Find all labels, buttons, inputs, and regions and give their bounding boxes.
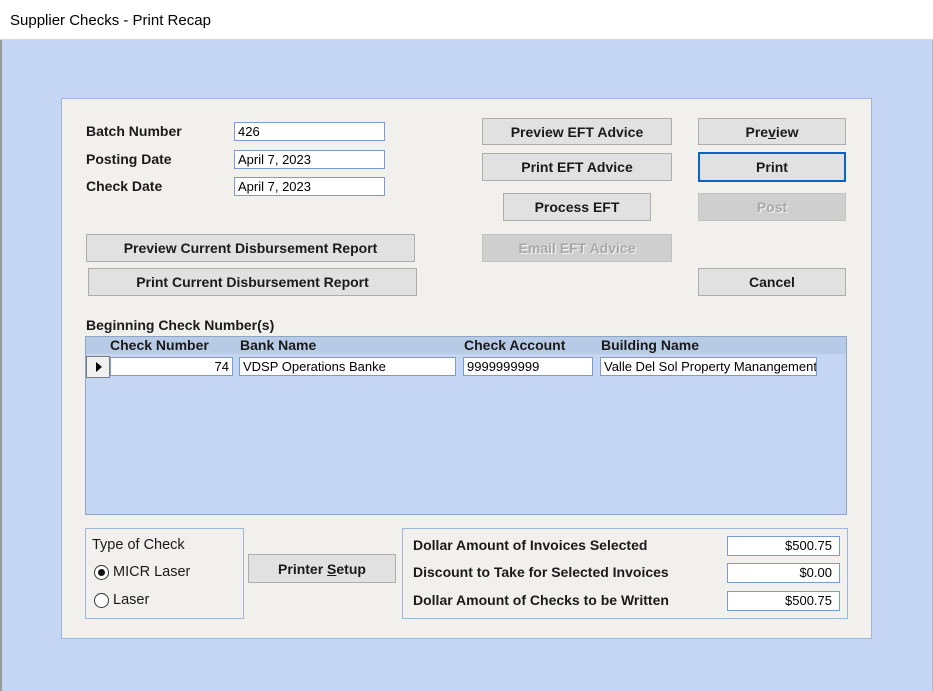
laser-label[interactable]: Laser xyxy=(113,592,149,608)
cancel-button[interactable]: Cancel xyxy=(698,268,846,296)
type-of-check-label: Type of Check xyxy=(92,537,185,553)
preview-label-start: Pre xyxy=(745,123,769,140)
bank-name-cell[interactable]: VDSP Operations Banke xyxy=(239,357,456,376)
process-eft-button[interactable]: Process EFT xyxy=(503,193,651,221)
title-bar: Supplier Checks - Print Recap xyxy=(0,0,933,40)
print-disbursement-report-button[interactable]: Print Current Disbursement Report xyxy=(88,268,417,296)
discount-label: Discount to Take for Selected Invoices xyxy=(413,564,669,580)
check-number-grid[interactable]: Check Number Bank Name Check Account Bui… xyxy=(85,336,847,515)
micr-laser-radio[interactable] xyxy=(94,565,109,580)
check-number-cell[interactable]: 74 xyxy=(110,357,233,376)
building-name-cell[interactable]: Valle Del Sol Property Manangement xyxy=(600,357,817,376)
checks-written-label: Dollar Amount of Checks to be Written xyxy=(413,592,669,608)
beginning-check-numbers-label: Beginning Check Number(s) xyxy=(86,317,275,333)
preview-eft-advice-button[interactable]: Preview EFT Advice xyxy=(482,118,672,145)
printer-setup-accelerator-key: S xyxy=(327,560,337,577)
row-selector-icon[interactable] xyxy=(86,356,110,378)
preview-button[interactable]: Pre v iew xyxy=(698,118,846,145)
printer-setup-label-end: etup xyxy=(336,560,366,577)
preview-disbursement-report-button[interactable]: Preview Current Disbursement Report xyxy=(86,234,415,262)
grid-header: Check Number Bank Name Check Account Bui… xyxy=(86,337,846,354)
batch-number-label: Batch Number xyxy=(86,123,182,139)
checks-written-amount: $500.75 xyxy=(727,591,840,611)
email-eft-advice-button[interactable]: Email EFT Advice xyxy=(482,234,672,262)
preview-accelerator-key: v xyxy=(768,123,776,140)
posting-date-label: Posting Date xyxy=(86,151,172,167)
column-header-check-number: Check Number xyxy=(110,337,209,353)
column-header-check-account: Check Account xyxy=(464,337,566,353)
column-header-building-name: Building Name xyxy=(601,337,700,353)
invoices-selected-amount: $500.75 xyxy=(727,536,840,556)
invoices-selected-label: Dollar Amount of Invoices Selected xyxy=(413,537,648,553)
print-eft-advice-button[interactable]: Print EFT Advice xyxy=(482,153,672,181)
print-button[interactable]: Print xyxy=(698,152,846,182)
check-account-cell[interactable]: 9999999999 xyxy=(463,357,593,376)
batch-number-field[interactable]: 426 xyxy=(234,122,385,141)
check-date-label: Check Date xyxy=(86,178,163,194)
laser-radio[interactable] xyxy=(94,593,109,608)
window-frame-left xyxy=(0,40,2,691)
window-title: Supplier Checks - Print Recap xyxy=(10,12,211,29)
printer-setup-button[interactable]: Printer Setup xyxy=(248,554,396,583)
printer-setup-label-start: Printer xyxy=(278,560,328,577)
discount-amount: $0.00 xyxy=(727,563,840,583)
post-button[interactable]: Post xyxy=(698,193,846,221)
preview-label-end: iew xyxy=(775,123,799,140)
check-date-field[interactable]: April 7, 2023 xyxy=(234,177,385,196)
column-header-bank-name: Bank Name xyxy=(240,337,317,353)
posting-date-field[interactable]: April 7, 2023 xyxy=(234,150,385,169)
micr-laser-label[interactable]: MICR Laser xyxy=(113,564,190,580)
